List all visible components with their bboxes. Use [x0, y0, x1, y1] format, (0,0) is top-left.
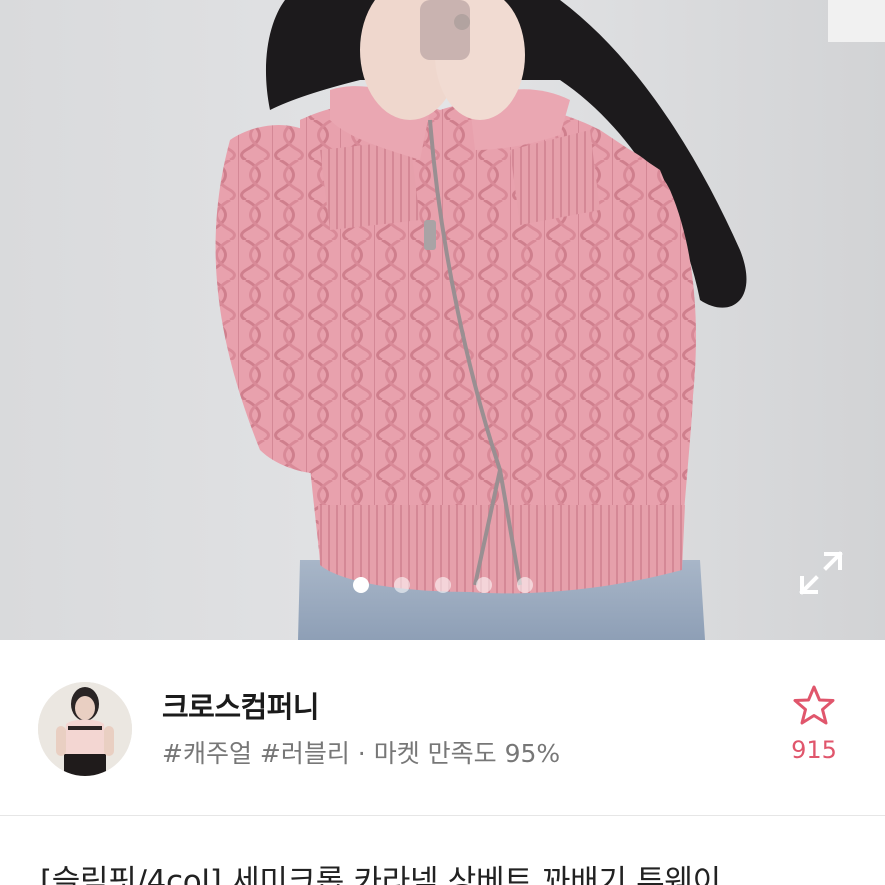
product-image-gallery[interactable] [0, 0, 885, 640]
product-title: [슬림핏/4col] 세미크롭 카라넥 상베트 꽈배기 투웨이 [40, 864, 721, 885]
section-divider [0, 815, 885, 816]
gallery-dot-5[interactable] [516, 577, 533, 593]
gallery-dot-3[interactable] [434, 577, 451, 593]
product-photo [0, 0, 885, 640]
star-outline-icon [793, 685, 835, 725]
seller-name[interactable]: 크로스컴퍼니 [162, 684, 320, 726]
gallery-dot-1[interactable] [352, 577, 369, 593]
favorite-count: 915 [791, 736, 837, 764]
meta-separator: · [357, 739, 366, 768]
favorite-store-button[interactable]: 915 [786, 684, 842, 774]
seller-avatar[interactable] [38, 682, 132, 776]
seller-tags[interactable]: #캐주얼 #러블리 [162, 739, 350, 768]
expand-icon [799, 551, 843, 595]
gallery-dot-2[interactable] [393, 577, 410, 593]
expand-image-button[interactable] [796, 548, 846, 598]
gallery-dot-4[interactable] [475, 577, 492, 593]
market-satisfaction: 마켓 만족도 95% [373, 739, 561, 768]
gallery-page-indicator [0, 577, 885, 595]
seller-meta: #캐주얼 #러블리 · 마켓 만족도 95% [162, 734, 560, 770]
seller-avatar-image [38, 682, 132, 776]
product-detail-page: 크로스컴퍼니 #캐주얼 #러블리 · 마켓 만족도 95% 915 [슬림핏/4… [0, 0, 885, 885]
seller-info[interactable]: 크로스컴퍼니 #캐주얼 #러블리 · 마켓 만족도 95% 915 [0, 640, 885, 815]
